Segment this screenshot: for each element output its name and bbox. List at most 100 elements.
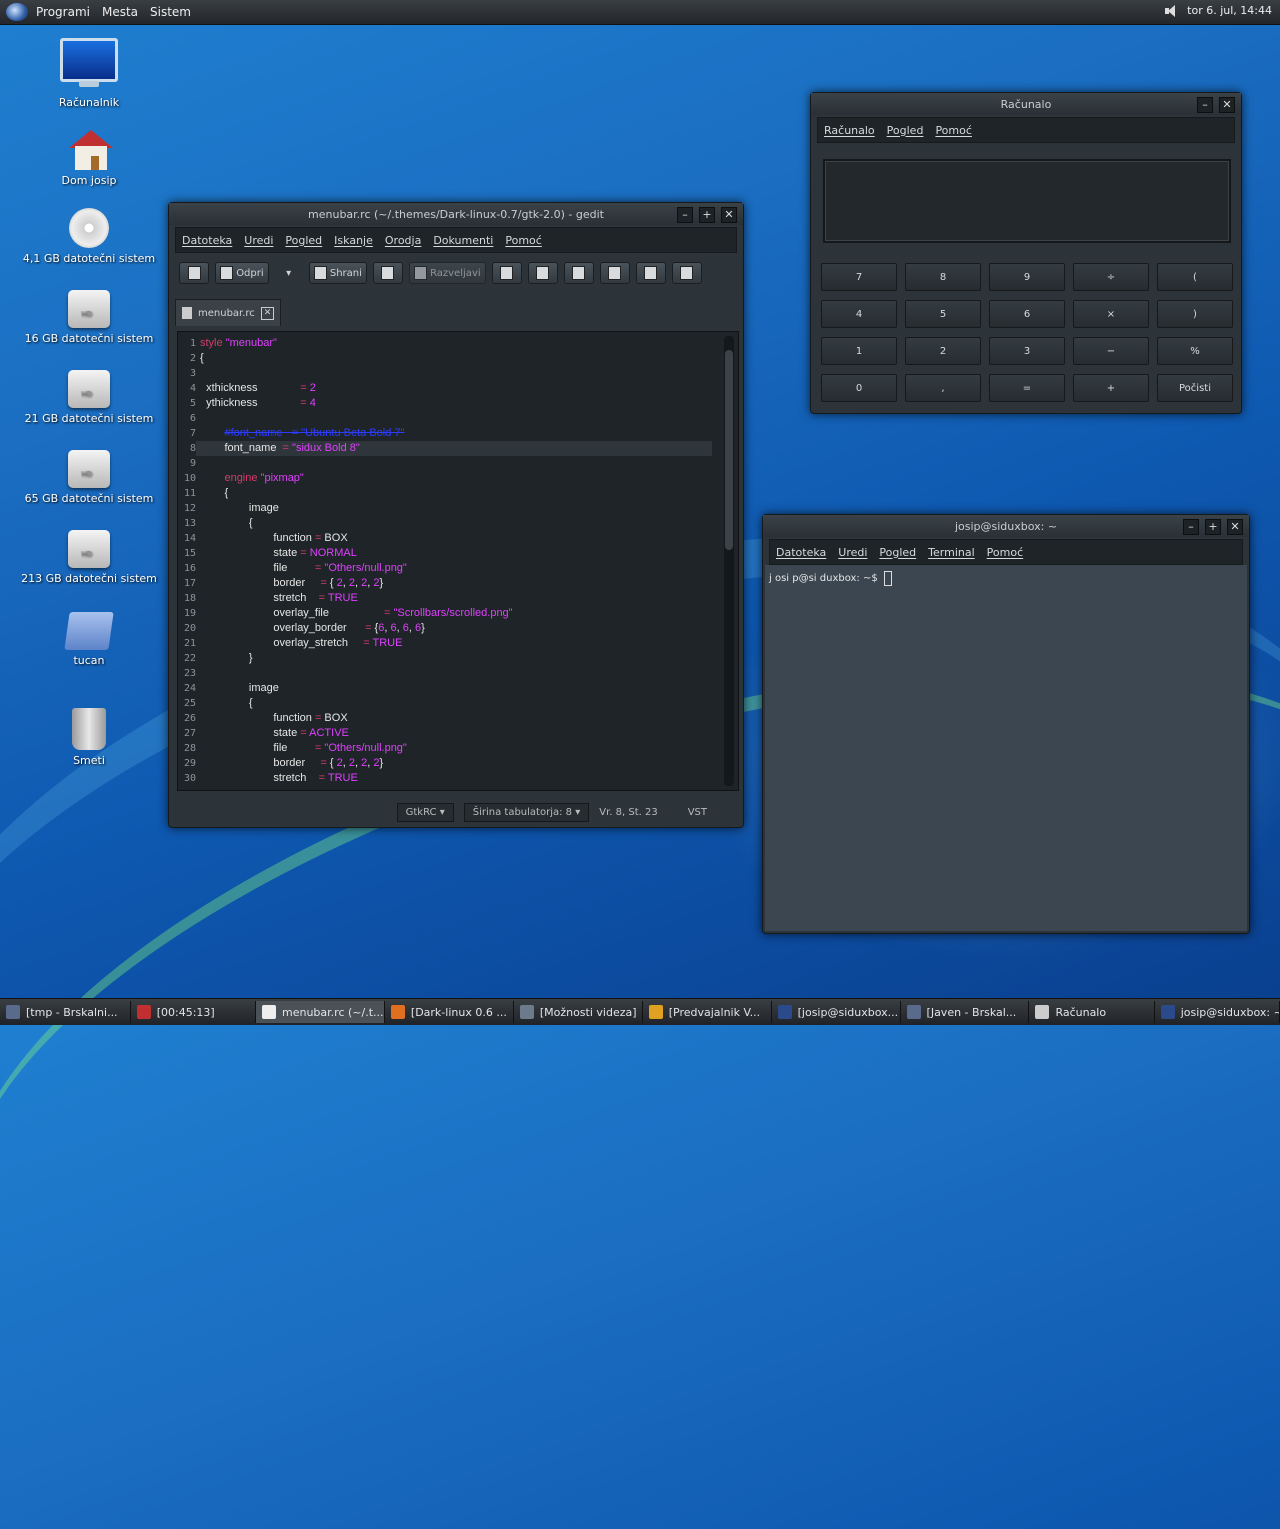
taskbar-item[interactable]: [00:45:13] — [131, 1001, 256, 1023]
menu-pomoc[interactable]: Pomoć — [499, 234, 547, 247]
line-number: 24 — [183, 683, 196, 694]
calc-key[interactable]: Počisti — [1157, 374, 1233, 402]
trash-icon — [72, 708, 106, 750]
taskbar-item[interactable]: [tmp - Brskalni... — [0, 1001, 131, 1023]
taskbar-item[interactable]: [josip@siduxbox... — [772, 1001, 901, 1023]
menu-pomoc[interactable]: Pomoć — [981, 546, 1029, 559]
desktop-icon-trash[interactable]: Smeti — [14, 708, 164, 767]
line-number: 29 — [183, 758, 196, 769]
window-title: menubar.rc (~/.themes/Dark-linux-0.7/gtk… — [308, 207, 604, 221]
minimize-button[interactable]: – — [677, 207, 693, 223]
menu-uredi[interactable]: Uredi — [832, 546, 873, 559]
close-button[interactable]: ✕ — [1219, 97, 1235, 113]
calc-key[interactable]: = — [989, 374, 1065, 402]
desktop-icon-drive-65[interactable]: HD 65 GB datotečni sistem — [14, 450, 164, 505]
desktop-icon-drive-16[interactable]: HD 16 GB datotečni sistem — [14, 290, 164, 345]
calc-key[interactable]: + — [1073, 374, 1149, 402]
maximize-button[interactable]: + — [1205, 519, 1221, 535]
tab-menubar-rc[interactable]: menubar.rc ✕ — [175, 299, 281, 326]
taskbar-item[interactable]: menubar.rc (~/.t... — [256, 1001, 385, 1023]
code-text[interactable]: style "menubar"{ xthickness = 2 ythickne… — [200, 336, 513, 786]
calc-key[interactable]: , — [905, 374, 981, 402]
menu-pomoc[interactable]: Pomoć — [929, 124, 977, 137]
redo-button[interactable] — [491, 262, 522, 284]
open-button[interactable]: Odpri — [215, 262, 269, 284]
calc-key[interactable]: 5 — [905, 300, 981, 328]
desktop-icon-cd-drive[interactable]: 4,1 GB datotečni sistem — [14, 208, 164, 265]
replace-button[interactable] — [671, 262, 702, 284]
new-document-button[interactable] — [179, 262, 209, 284]
menu-pogled[interactable]: Pogled — [881, 124, 930, 137]
menu-pogled[interactable]: Pogled — [279, 234, 328, 247]
calc-key[interactable]: × — [1073, 300, 1149, 328]
tab-close-icon[interactable]: ✕ — [261, 306, 274, 320]
menu-datoteka[interactable]: Datoteka — [770, 546, 832, 559]
desktop-icon-home[interactable]: Dom josip — [14, 130, 164, 187]
calc-key[interactable]: 6 — [989, 300, 1065, 328]
calc-key[interactable]: 1 — [821, 337, 897, 365]
desktop-icon-computer[interactable]: Računalnik — [14, 38, 164, 109]
menu-terminal[interactable]: Terminal — [922, 546, 981, 559]
find-button[interactable] — [635, 262, 666, 284]
menu-pogled[interactable]: Pogled — [873, 546, 922, 559]
taskbar-item-label: [josip@siduxbox... — [797, 1005, 899, 1019]
main-menu-icon[interactable] — [6, 3, 28, 21]
taskbar-item[interactable]: josip@siduxbox: ~ — [1155, 1001, 1280, 1023]
menu-programi[interactable]: Programi — [34, 3, 92, 21]
calc-key[interactable]: 0 — [821, 374, 897, 402]
close-button[interactable]: ✕ — [721, 207, 737, 223]
clock[interactable]: tor 6. jul, 14:44 — [1187, 4, 1272, 17]
line-number: 15 — [183, 548, 196, 559]
calc-key[interactable]: ( — [1157, 263, 1233, 291]
calc-key[interactable]: 8 — [905, 263, 981, 291]
minimize-button[interactable]: – — [1197, 97, 1213, 113]
menu-iskanje[interactable]: Iskanje — [328, 234, 379, 247]
scrollbar-thumb[interactable] — [725, 350, 733, 550]
paste-button[interactable] — [599, 262, 630, 284]
language-selector[interactable]: GtkRC ▾ — [396, 802, 454, 822]
calc-key[interactable]: 4 — [821, 300, 897, 328]
copy-button[interactable] — [563, 262, 594, 284]
desktop-icon-drive-213[interactable]: HD 213 GB datotečni sistem — [14, 530, 164, 585]
calc-key[interactable]: % — [1157, 337, 1233, 365]
close-button[interactable]: ✕ — [1227, 519, 1243, 535]
window-titlebar[interactable]: josip@siduxbox: ~ – + ✕ — [763, 515, 1249, 537]
undo-button[interactable]: Razveljavi — [408, 262, 486, 284]
calc-key[interactable]: 9 — [989, 263, 1065, 291]
taskbar-item[interactable]: [Možnosti videza] — [514, 1001, 643, 1023]
taskbar-item[interactable]: [Dark-linux 0.6 ... — [385, 1001, 514, 1023]
tab-width-selector[interactable]: Širina tabulatorja: 8 ▾ — [463, 802, 590, 822]
copy-icon — [572, 266, 586, 280]
taskbar-item[interactable]: [Predvajalnik V... — [643, 1001, 772, 1023]
window-titlebar[interactable]: Računalo – ✕ — [811, 93, 1241, 115]
calc-key[interactable]: 2 — [905, 337, 981, 365]
volume-icon[interactable] — [1165, 4, 1179, 17]
code-editor[interactable]: 1 2 3 4 5 6 7 8 9 10 11 12 13 14 15 16 17 18 19 20 21 22 23 24 2… — [177, 331, 739, 791]
cut-button[interactable] — [527, 262, 558, 284]
desktop-icon-tucan[interactable]: tucan — [14, 612, 164, 667]
menu-sistem[interactable]: Sistem — [148, 3, 193, 21]
menu-uredi[interactable]: Uredi — [238, 234, 279, 247]
calc-key[interactable]: ) — [1157, 300, 1233, 328]
taskbar-item[interactable]: Računalo — [1029, 1001, 1155, 1023]
print-button[interactable] — [372, 262, 403, 284]
open-dropdown-arrow[interactable]: ▾ — [275, 263, 303, 283]
menu-orodja[interactable]: Orodja — [379, 234, 427, 247]
window-titlebar[interactable]: menubar.rc (~/.themes/Dark-linux-0.7/gtk… — [169, 203, 743, 225]
maximize-button[interactable]: + — [699, 207, 715, 223]
menu-racunalo[interactable]: Računalo — [818, 124, 881, 137]
terminal-body[interactable]: j osi p@si duxbox: ~$ — [765, 565, 1247, 931]
editor-scrollbar[interactable] — [724, 336, 734, 786]
taskbar-item[interactable]: [Javen - Brskal... — [901, 1001, 1030, 1023]
calc-key[interactable]: 3 — [989, 337, 1065, 365]
menu-mesta[interactable]: Mesta — [100, 3, 140, 21]
menu-datoteka[interactable]: Datoteka — [176, 234, 238, 247]
menu-dokumenti[interactable]: Dokumenti — [427, 234, 499, 247]
save-button[interactable]: Shrani — [308, 262, 367, 284]
calc-key[interactable]: − — [1073, 337, 1149, 365]
desktop-icon-drive-21[interactable]: HD 21 GB datotečni sistem — [14, 370, 164, 425]
minimize-button[interactable]: – — [1183, 519, 1199, 535]
calc-key[interactable]: 7 — [821, 263, 897, 291]
calc-key[interactable]: ÷ — [1073, 263, 1149, 291]
paste-icon — [608, 266, 622, 280]
